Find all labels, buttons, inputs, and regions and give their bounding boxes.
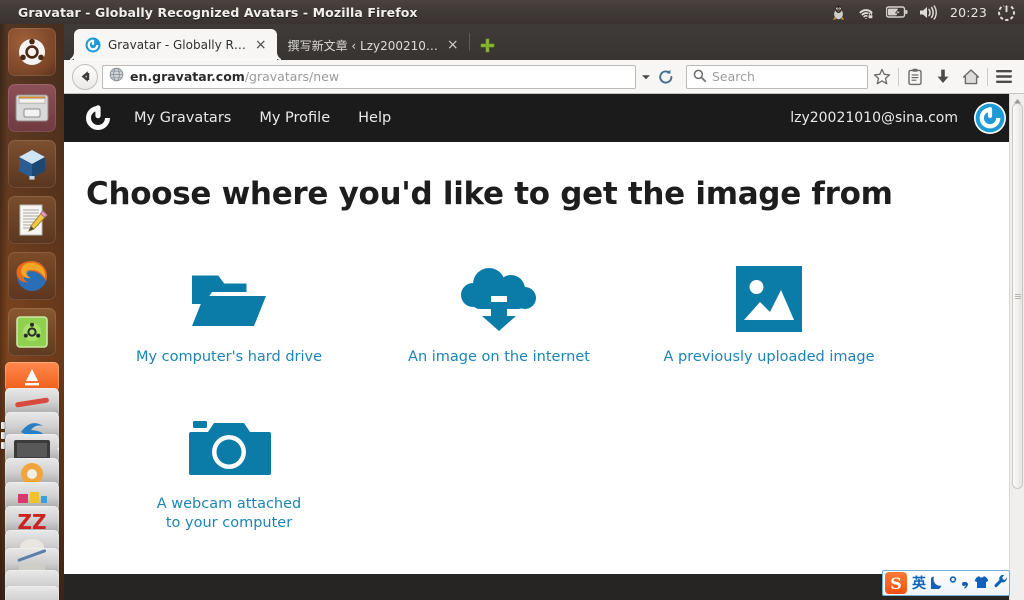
sogou-logo-icon[interactable]: S <box>885 572 907 594</box>
url-dropdown-icon[interactable] <box>636 73 656 81</box>
unity-launcher[interactable]: ZZ <box>0 24 64 600</box>
comma-icon[interactable] <box>962 574 969 593</box>
skin-shirt-icon[interactable] <box>974 574 989 593</box>
tab-bar-area: Gravatar - Globally R… × 撰写新文章 ‹ Lzy2002… <box>64 24 1024 60</box>
system-settings-icon[interactable] <box>998 3 1015 21</box>
url-domain: en.gravatar.com <box>130 69 245 84</box>
nav-help[interactable]: Help <box>358 110 391 126</box>
page-bottom-strip <box>64 574 1024 600</box>
volume-icon[interactable] <box>919 4 939 20</box>
tab-wordpress-new-post[interactable]: 撰写新文章 ‹ Lzy200210… × <box>277 30 469 60</box>
account-email[interactable]: lzy20021010@sina.com <box>790 110 958 126</box>
firefox-window: Gravatar - Globally R… × 撰写新文章 ‹ Lzy2002… <box>64 24 1024 600</box>
cloud-download-icon <box>364 258 634 332</box>
vertical-scrollbar[interactable] <box>1009 94 1024 600</box>
option-label: A webcam attached to your computer <box>156 495 302 531</box>
page-content: Choose where you'd like to get the image… <box>64 142 1024 571</box>
option-a-previously-uploaded-image[interactable]: A previously uploaded image <box>634 258 904 367</box>
option-a-webcam-attached-to-your-computer[interactable]: A webcam attached to your computer <box>94 405 364 533</box>
tab-separator <box>468 33 470 51</box>
launcher-item-text-editor-icon[interactable] <box>8 196 56 244</box>
launcher-item-ubuntu-dash-icon[interactable] <box>8 28 56 76</box>
launcher-stack-item[interactable] <box>5 586 59 600</box>
folder-icon <box>94 258 364 332</box>
degree-icon[interactable] <box>949 574 957 593</box>
toolbar-separator <box>898 67 899 86</box>
wifi-icon[interactable] <box>857 5 875 19</box>
back-button[interactable] <box>72 63 98 90</box>
unity-top-panel: Gravatar - Globally Recognized Avatars -… <box>0 0 1024 24</box>
search-icon <box>693 67 707 86</box>
upload-source-options: My computer's hard drive An image on the… <box>86 258 1024 571</box>
gravatar-avatar-icon[interactable] <box>974 102 1006 134</box>
search-bar[interactable]: Search <box>686 64 868 89</box>
screen: Gravatar - Globally Recognized Avatars -… <box>0 0 1024 600</box>
page-viewport: My Gravatars My Profile Help lzy20021010… <box>64 94 1024 600</box>
tab-close-icon[interactable]: × <box>253 38 269 52</box>
downloads-icon[interactable] <box>929 64 957 90</box>
tab-title: Gravatar - Globally R… <box>108 37 246 52</box>
navigation-toolbar: en.gravatar.com/gravatars/new Search <box>64 60 1024 94</box>
scrollbar-thumb[interactable] <box>1012 103 1023 489</box>
toolbar-separator <box>987 67 988 86</box>
site-header: My Gravatars My Profile Help lzy20021010… <box>64 94 1024 142</box>
ime-mode-label[interactable]: 英 <box>912 573 926 593</box>
gravatar-logo-icon[interactable] <box>82 102 114 134</box>
launcher-item-virtualbox-icon[interactable] <box>8 140 56 188</box>
tab-close-icon[interactable]: × <box>445 38 461 52</box>
new-tab-button[interactable] <box>474 30 502 60</box>
clock[interactable]: 20:23 <box>950 5 987 20</box>
system-tray: 20:23 <box>831 3 1024 21</box>
camera-icon <box>94 405 364 479</box>
scrollbar-grip-icon <box>1015 294 1021 299</box>
search-input[interactable]: Search <box>712 69 755 84</box>
option-label: An image on the internet <box>408 349 590 365</box>
window-title: Gravatar - Globally Recognized Avatars -… <box>18 4 418 20</box>
battery-icon[interactable] <box>885 6 908 18</box>
tab-strip: Gravatar - Globally R… × 撰写新文章 ‹ Lzy2002… <box>64 24 1024 60</box>
launcher-item-firefox-icon[interactable] <box>8 252 56 300</box>
nav-my-gravatars[interactable]: My Gravatars <box>134 110 231 126</box>
launcher-item-software-center-icon[interactable] <box>8 308 56 356</box>
url-text[interactable]: en.gravatar.com/gravatars/new <box>130 69 631 84</box>
reload-icon[interactable] <box>656 69 680 85</box>
option-label: A previously uploaded image <box>663 349 875 365</box>
reader-icon[interactable] <box>901 64 929 90</box>
url-path: /gravatars/new <box>244 69 340 84</box>
option-an-image-on-the-internet[interactable]: An image on the internet <box>364 258 634 367</box>
gravatar-favicon <box>85 37 101 53</box>
moon-icon[interactable] <box>928 574 944 593</box>
picture-icon <box>634 258 904 332</box>
home-icon[interactable] <box>957 64 985 90</box>
tab-title: 撰写新文章 ‹ Lzy200210… <box>287 38 438 53</box>
scrollbar-up-arrow-icon[interactable] <box>1012 94 1023 104</box>
menu-icon[interactable] <box>990 64 1018 90</box>
globe-icon <box>109 67 125 86</box>
wrench-icon[interactable] <box>994 574 1008 593</box>
sogou-ime-toolbar[interactable]: S 英 <box>882 570 1010 596</box>
bookmark-star-icon[interactable] <box>868 64 896 90</box>
nav-my-profile[interactable]: My Profile <box>259 110 330 126</box>
option-my-computers-hard-drive[interactable]: My computer's hard drive <box>94 258 364 367</box>
page-title: Choose where you'd like to get the image… <box>86 176 893 212</box>
option-label: My computer's hard drive <box>135 349 323 365</box>
url-bar[interactable]: en.gravatar.com/gravatars/new <box>102 64 636 89</box>
linux-penguin-icon[interactable] <box>831 4 846 20</box>
tab-gravatar[interactable]: Gravatar - Globally R… × <box>74 29 277 60</box>
launcher-item-files-icon[interactable] <box>8 84 56 132</box>
